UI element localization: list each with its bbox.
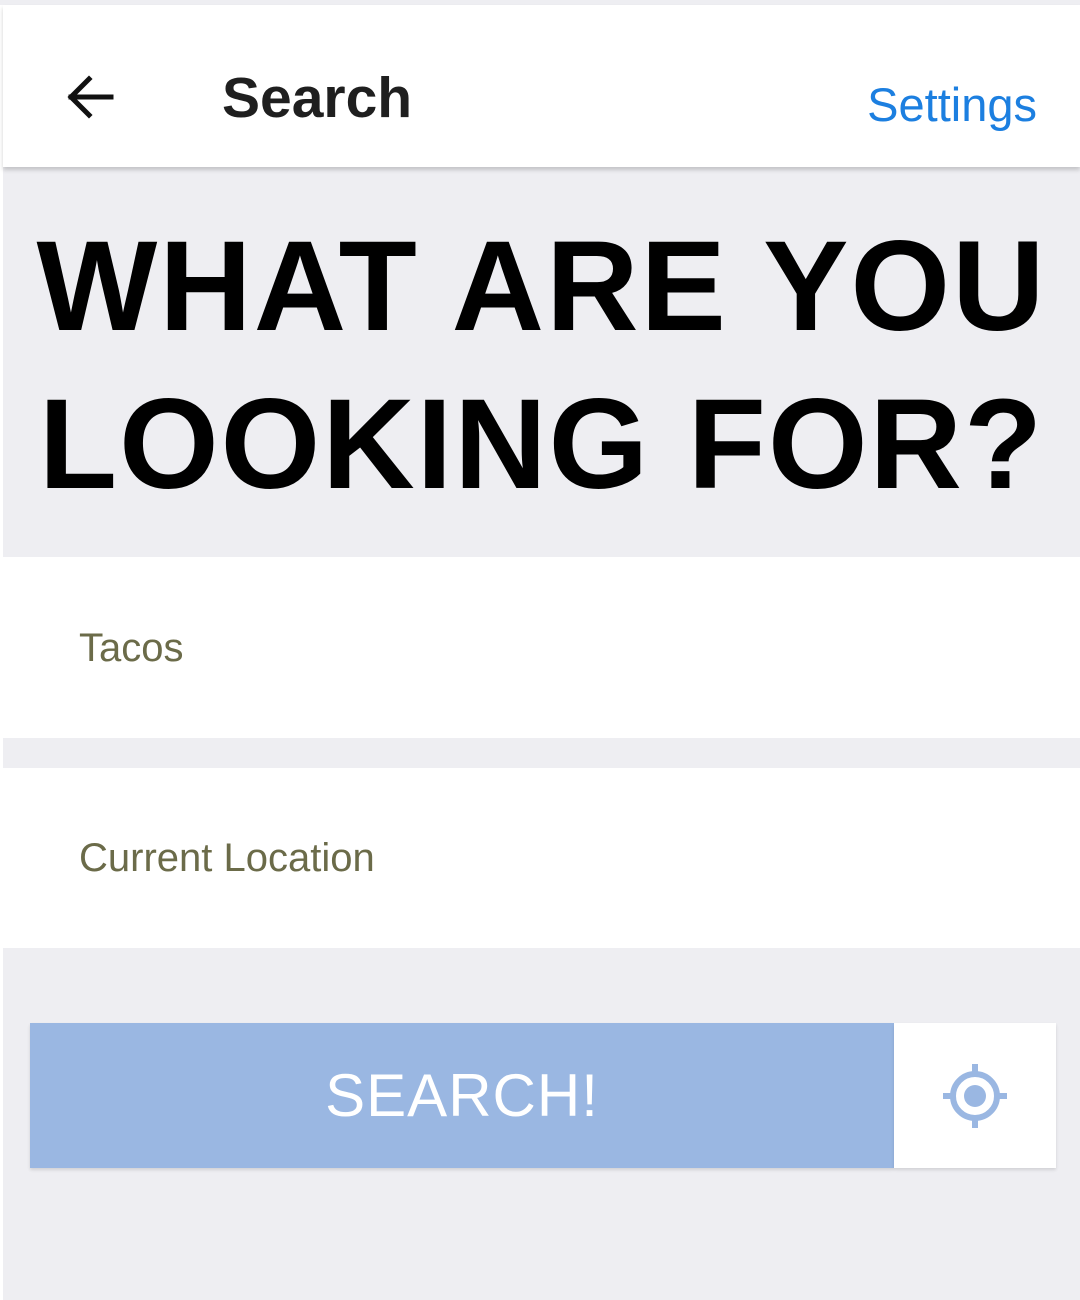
search-button[interactable]: SEARCH! xyxy=(30,1023,894,1168)
back-button[interactable] xyxy=(47,57,131,137)
hero-heading-line-2: LOOKING FOR? xyxy=(38,373,1045,516)
hero-heading-line-1: WHAT ARE YOU xyxy=(36,215,1047,358)
crosshair-location-icon xyxy=(943,1063,1007,1128)
search-query-field[interactable]: Tacos xyxy=(3,558,1080,738)
settings-link[interactable]: Settings xyxy=(867,75,1037,135)
page-title: Search xyxy=(222,66,413,130)
location-field[interactable]: Current Location xyxy=(3,768,1080,948)
locate-me-button[interactable] xyxy=(894,1023,1056,1168)
arrow-left-icon xyxy=(67,75,114,119)
search-query-value: Tacos xyxy=(79,625,184,670)
field-divider xyxy=(3,738,1080,768)
app-bar: Search Settings xyxy=(3,5,1080,167)
search-button-label: SEARCH! xyxy=(325,1062,599,1129)
screen: Search Settings WHAT ARE YOU LOOKING FOR… xyxy=(0,0,1080,1300)
hero-banner: WHAT ARE YOU LOOKING FOR? xyxy=(3,167,1080,557)
hero-heading: WHAT ARE YOU LOOKING FOR? xyxy=(36,200,1046,524)
location-value: Current Location xyxy=(79,835,375,880)
